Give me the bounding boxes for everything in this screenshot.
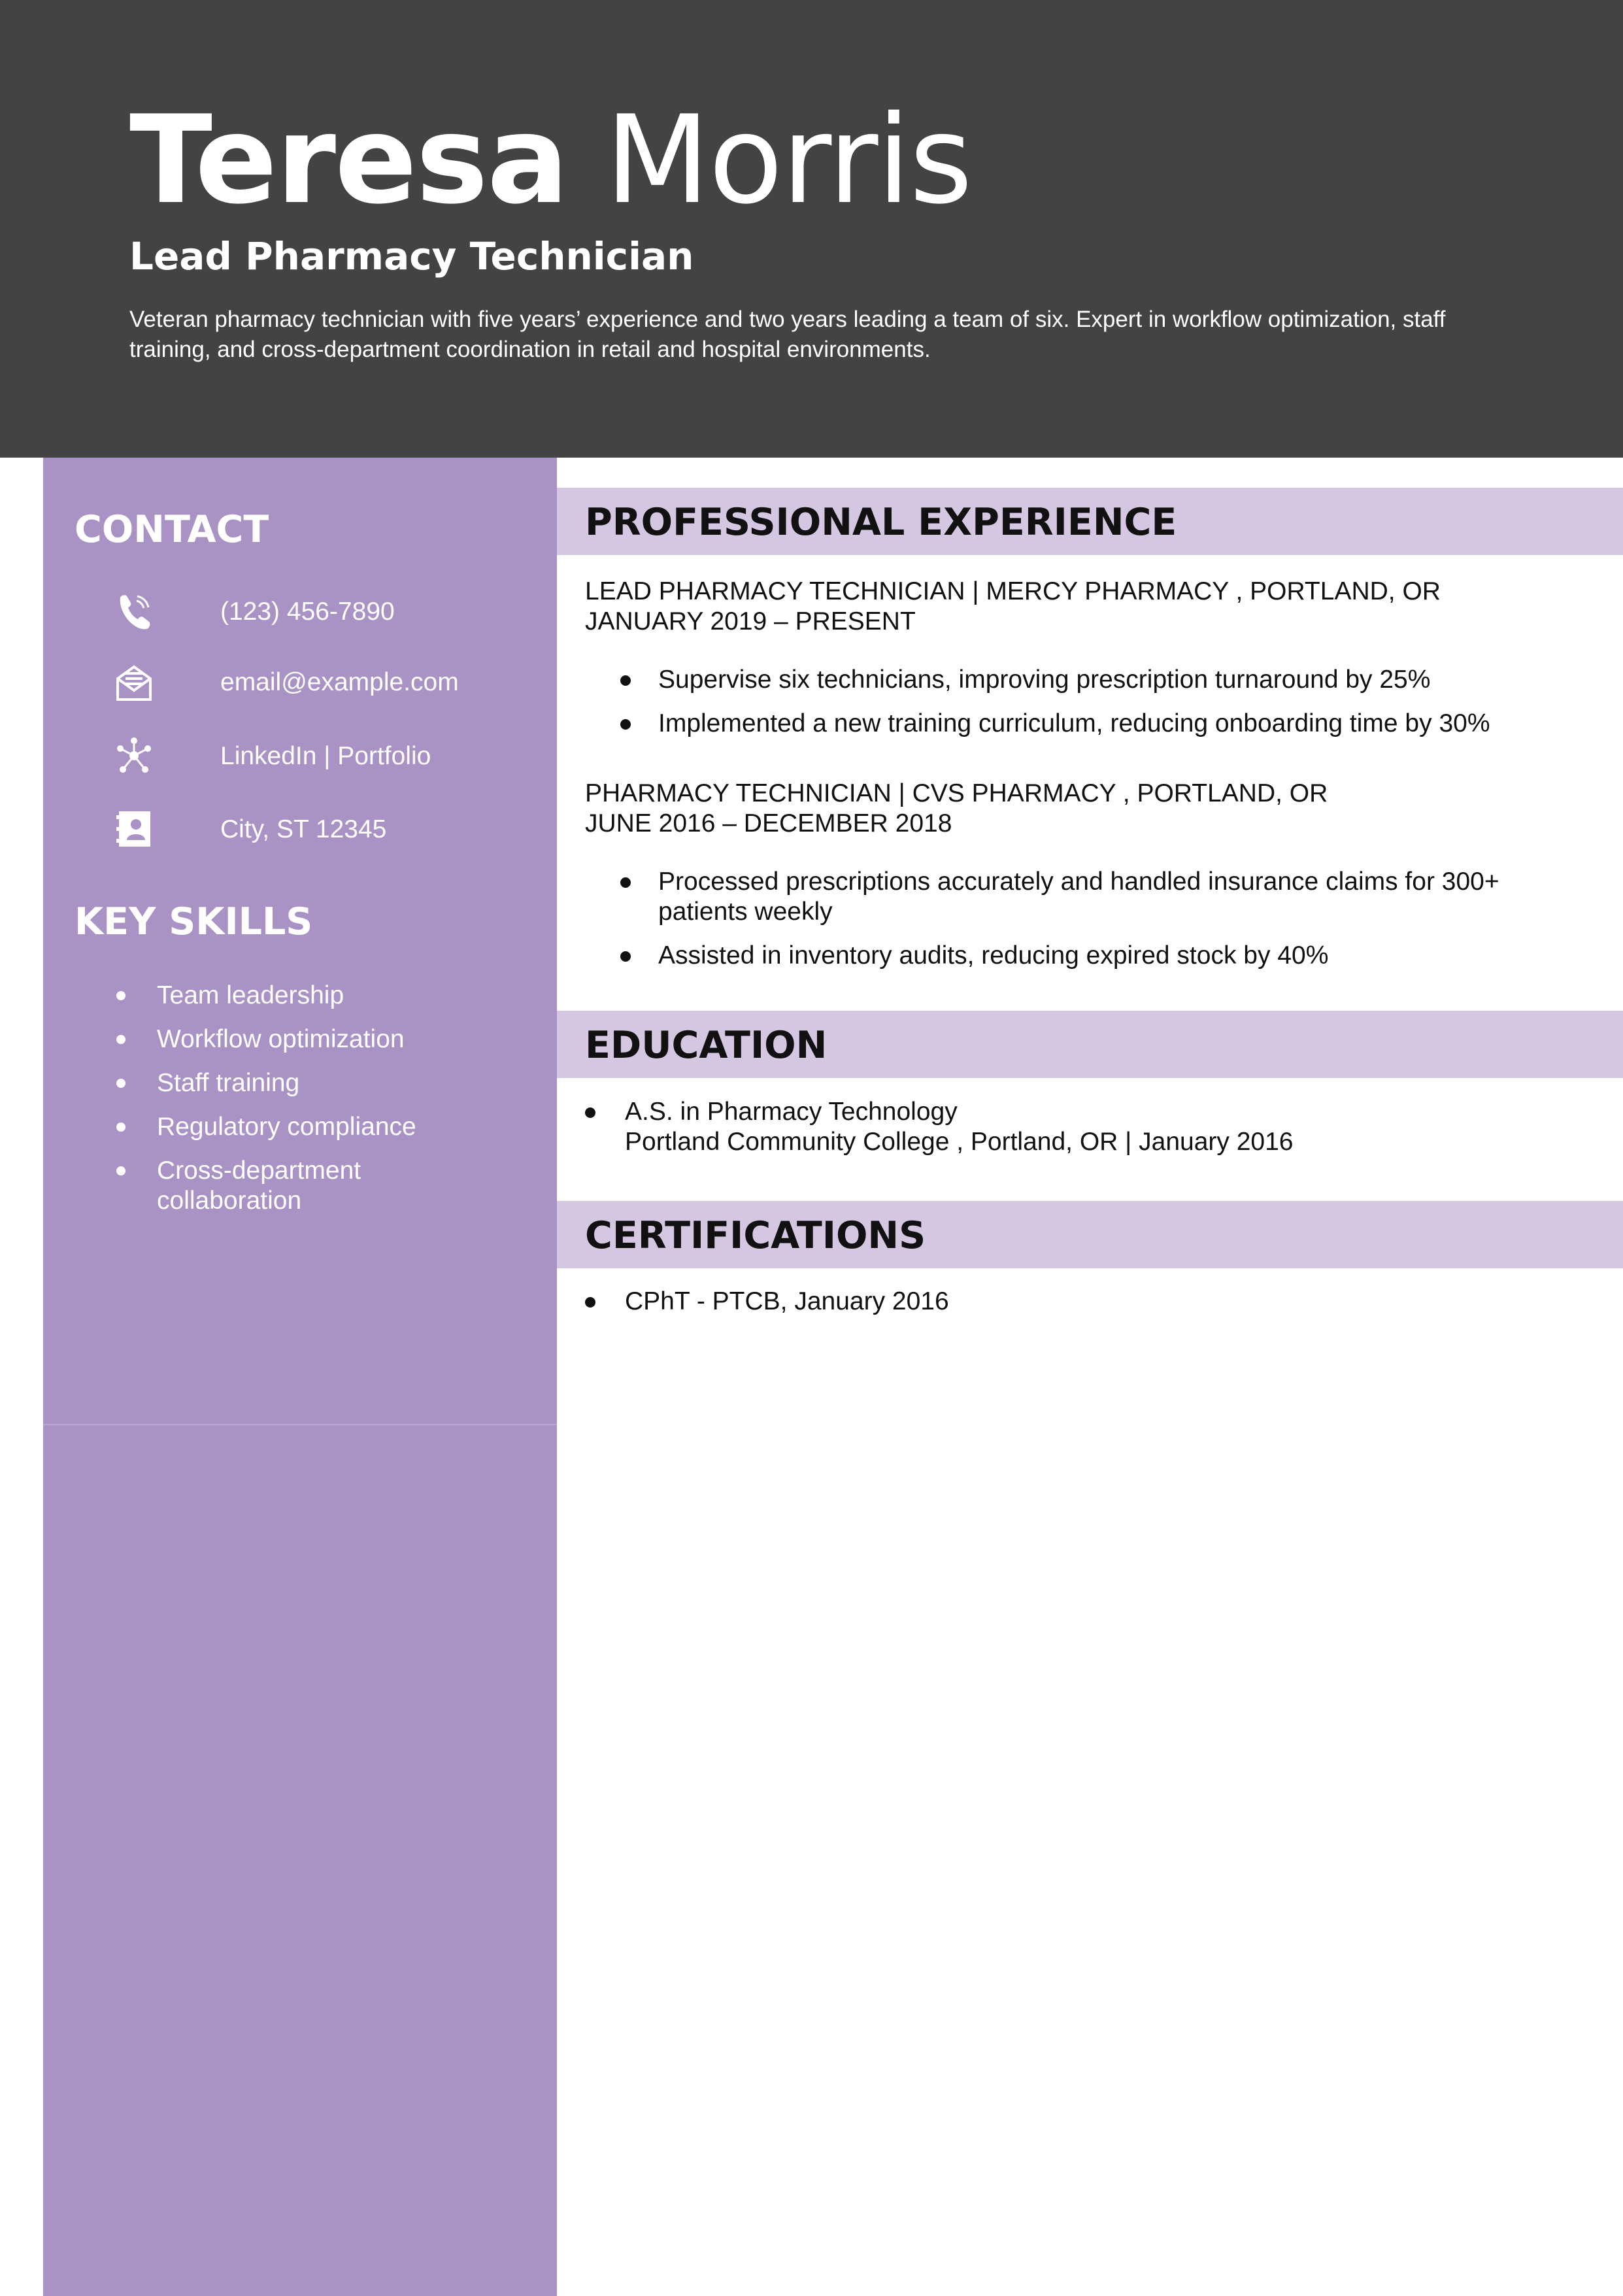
last-name: Morris: [605, 89, 973, 231]
phone-number[interactable]: (123) 456-7890: [220, 598, 395, 626]
job-1-dates: JANUARY 2019 – PRESENT: [585, 607, 916, 635]
first-name: Teresa: [129, 89, 569, 231]
city-state-zip: City, ST 12345: [220, 815, 387, 843]
skill-item: Team leadership: [115, 981, 533, 1011]
skill-item: Staff training: [115, 1068, 533, 1098]
skill-item: Cross-department collaboration: [115, 1156, 431, 1216]
contact-heading: CONTACT: [75, 508, 269, 551]
email-icon: [115, 662, 153, 702]
candidate-name: Teresa Morris: [129, 88, 973, 232]
education-list: A.S. in Pharmacy Technology Portland Com…: [585, 1097, 1565, 1171]
job-bullet: Processed prescriptions accurately and h…: [585, 867, 1552, 927]
email-address[interactable]: email@example.com: [220, 668, 459, 697]
certifications-section-band: CERTIFICATIONS: [557, 1201, 1623, 1268]
job-1-bullets: Supervise six technicians, improving pre…: [585, 665, 1565, 752]
job-2-dates: JUNE 2016 – DECEMBER 2018: [585, 809, 952, 837]
skill-item: Workflow optimization: [115, 1024, 533, 1055]
address-card-icon: [115, 809, 153, 849]
education-heading: EDUCATION: [585, 1024, 828, 1067]
job-1-title-line: LEAD PHARMACY TECHNICIAN | MERCY PHARMAC…: [585, 577, 1441, 605]
education-item: A.S. in Pharmacy Technology Portland Com…: [585, 1097, 1565, 1157]
experience-heading: PROFESSIONAL EXPERIENCE: [585, 501, 1177, 544]
job-2-title-line: PHARMACY TECHNICIAN | CVS PHARMACY , POR…: [585, 779, 1328, 807]
job-bullet: Implemented a new training curriculum, r…: [585, 709, 1565, 739]
network-icon: [115, 735, 153, 776]
sidebar-divider: [43, 1424, 557, 1425]
certifications-heading: CERTIFICATIONS: [585, 1214, 926, 1257]
job-bullet: Assisted in inventory audits, reducing e…: [585, 941, 1552, 971]
certifications-list: CPhT - PTCB, January 2016: [585, 1287, 1565, 1330]
degree: A.S. in Pharmacy Technology: [625, 1098, 958, 1126]
sidebar: CONTACT (123) 456-7890 email@example.com…: [43, 458, 557, 2296]
experience-section-band: PROFESSIONAL EXPERIENCE: [557, 488, 1623, 555]
resume-header: Teresa Morris Lead Pharmacy Technician V…: [0, 0, 1623, 458]
education-section-band: EDUCATION: [557, 1011, 1623, 1078]
job-title: Lead Pharmacy Technician: [129, 234, 694, 279]
skill-item: Regulatory compliance: [115, 1112, 533, 1142]
certification-item: CPhT - PTCB, January 2016: [585, 1287, 1565, 1317]
phone-icon: [115, 591, 153, 632]
key-skills-heading: KEY SKILLS: [75, 900, 313, 943]
profile-summary: Veteran pharmacy technician with five ye…: [129, 307, 1446, 362]
school-line: Portland Community College , Portland, O…: [625, 1128, 1294, 1156]
key-skills-list: Team leadership Workflow optimization St…: [115, 981, 533, 1230]
job-bullet: Supervise six technicians, improving pre…: [585, 665, 1565, 695]
linkedin-portfolio-links[interactable]: LinkedIn | Portfolio: [220, 742, 431, 771]
job-2-bullets: Processed prescriptions accurately and h…: [585, 867, 1552, 985]
